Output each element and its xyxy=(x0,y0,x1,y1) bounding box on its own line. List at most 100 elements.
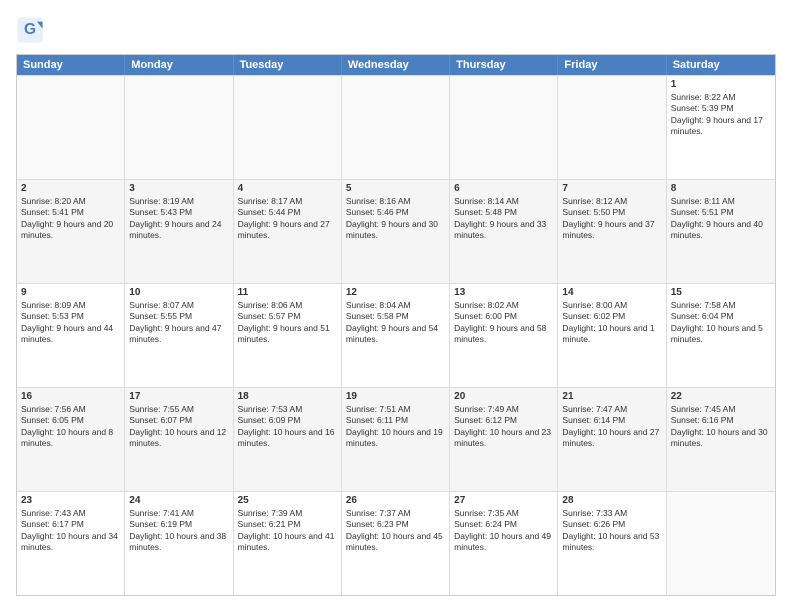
day-info: Sunrise: 8:12 AM Sunset: 5:50 PM Dayligh… xyxy=(562,196,661,242)
day-info: Sunrise: 8:22 AM Sunset: 5:39 PM Dayligh… xyxy=(671,92,771,138)
day-cell-19: 19 Sunrise: 7:51 AM Sunset: 6:11 PM Dayli… xyxy=(342,388,450,491)
day-cell-26: 26Sunrise: 7:37 AM Sunset: 6:23 PM Dayli… xyxy=(342,492,450,595)
calendar: SundayMondayTuesdayWednesdayThursdayFrid… xyxy=(16,54,776,596)
day-cell-24: 24 Sunrise: 7:41 AM Sunset: 6:19 PM Dayli… xyxy=(125,492,233,595)
day-number: 20 xyxy=(454,391,553,402)
day-cell-13: 13Sunrise: 8:02 AM Sunset: 6:00 PM Dayli… xyxy=(450,284,558,387)
day-number: 6 xyxy=(454,183,553,194)
day-cell-22: 22 Sunrise: 7:45 AM Sunset: 6:16 PM Dayli… xyxy=(667,388,775,491)
day-cell-3: 3 Sunrise: 8:19 AM Sunset: 5:43 PM Daylig… xyxy=(125,180,233,283)
day-number: 4 xyxy=(238,183,337,194)
day-number: 22 xyxy=(671,391,771,402)
day-number: 2 xyxy=(21,183,120,194)
day-number: 21 xyxy=(562,391,661,402)
day-cell-23: 23Sunrise: 7:43 AM Sunset: 6:17 PM Dayli… xyxy=(17,492,125,595)
header: G xyxy=(16,16,776,44)
svg-text:G: G xyxy=(24,21,36,38)
day-cell-12: 12Sunrise: 8:04 AM Sunset: 5:58 PM Dayli… xyxy=(342,284,450,387)
day-number: 28 xyxy=(562,495,661,506)
day-info: Sunrise: 8:16 AM Sunset: 5:46 PM Dayligh… xyxy=(346,196,445,242)
day-number: 14 xyxy=(562,287,661,298)
calendar-row-3: 9 Sunrise: 8:09 AM Sunset: 5:53 PM Daylig… xyxy=(17,283,775,387)
day-number: 16 xyxy=(21,391,120,402)
day-number: 1 xyxy=(671,79,771,90)
day-info: Sunrise: 8:07 AM Sunset: 5:55 PM Dayligh… xyxy=(129,300,228,346)
header-day-monday: Monday xyxy=(125,55,233,75)
calendar-row-4: 16 Sunrise: 7:56 AM Sunset: 6:05 PM Dayli… xyxy=(17,387,775,491)
day-cell-4: 4Sunrise: 8:17 AM Sunset: 5:44 PM Daylig… xyxy=(234,180,342,283)
day-cell-5: 5 Sunrise: 8:16 AM Sunset: 5:46 PM Daylig… xyxy=(342,180,450,283)
calendar-row-2: 2 Sunrise: 8:20 AM Sunset: 5:41 PM Daylig… xyxy=(17,179,775,283)
day-info: Sunrise: 7:49 AM Sunset: 6:12 PM Dayligh… xyxy=(454,404,553,450)
calendar-row-1: 1 Sunrise: 8:22 AM Sunset: 5:39 PM Daylig… xyxy=(17,75,775,179)
calendar-row-5: 23Sunrise: 7:43 AM Sunset: 6:17 PM Dayli… xyxy=(17,491,775,595)
day-number: 25 xyxy=(238,495,337,506)
day-info: Sunrise: 8:20 AM Sunset: 5:41 PM Dayligh… xyxy=(21,196,120,242)
empty-cell xyxy=(342,76,450,179)
header-day-thursday: Thursday xyxy=(450,55,558,75)
day-number: 5 xyxy=(346,183,445,194)
header-day-tuesday: Tuesday xyxy=(234,55,342,75)
day-info: Sunrise: 7:58 AM Sunset: 6:04 PM Dayligh… xyxy=(671,300,771,346)
empty-cell xyxy=(125,76,233,179)
day-cell-8: 8 Sunrise: 8:11 AM Sunset: 5:51 PM Daylig… xyxy=(667,180,775,283)
day-number: 26 xyxy=(346,495,445,506)
header-day-wednesday: Wednesday xyxy=(342,55,450,75)
header-day-saturday: Saturday xyxy=(667,55,775,75)
empty-cell xyxy=(17,76,125,179)
day-cell-17: 17 Sunrise: 7:55 AM Sunset: 6:07 PM Dayli… xyxy=(125,388,233,491)
day-info: Sunrise: 7:43 AM Sunset: 6:17 PM Dayligh… xyxy=(21,508,120,554)
day-number: 8 xyxy=(671,183,771,194)
empty-cell xyxy=(234,76,342,179)
day-number: 19 xyxy=(346,391,445,402)
empty-cell xyxy=(558,76,666,179)
day-info: Sunrise: 7:35 AM Sunset: 6:24 PM Dayligh… xyxy=(454,508,553,554)
empty-cell xyxy=(667,492,775,595)
header-day-sunday: Sunday xyxy=(17,55,125,75)
day-info: Sunrise: 7:41 AM Sunset: 6:19 PM Dayligh… xyxy=(129,508,228,554)
day-info: Sunrise: 7:47 AM Sunset: 6:14 PM Dayligh… xyxy=(562,404,661,450)
day-info: Sunrise: 7:56 AM Sunset: 6:05 PM Dayligh… xyxy=(21,404,120,450)
day-cell-18: 18Sunrise: 7:53 AM Sunset: 6:09 PM Dayli… xyxy=(234,388,342,491)
logo-icon: G xyxy=(16,16,44,44)
day-cell-2: 2 Sunrise: 8:20 AM Sunset: 5:41 PM Daylig… xyxy=(17,180,125,283)
day-cell-10: 10 Sunrise: 8:07 AM Sunset: 5:55 PM Dayli… xyxy=(125,284,233,387)
day-number: 9 xyxy=(21,287,120,298)
day-info: Sunrise: 8:19 AM Sunset: 5:43 PM Dayligh… xyxy=(129,196,228,242)
day-cell-14: 14 Sunrise: 8:00 AM Sunset: 6:02 PM Dayli… xyxy=(558,284,666,387)
day-number: 18 xyxy=(238,391,337,402)
day-cell-9: 9 Sunrise: 8:09 AM Sunset: 5:53 PM Daylig… xyxy=(17,284,125,387)
day-number: 17 xyxy=(129,391,228,402)
day-info: Sunrise: 8:06 AM Sunset: 5:57 PM Dayligh… xyxy=(238,300,337,346)
page: G SundayMondayTuesdayWednesdayThursdayFr… xyxy=(0,0,792,612)
day-cell-25: 25Sunrise: 7:39 AM Sunset: 6:21 PM Dayli… xyxy=(234,492,342,595)
day-number: 15 xyxy=(671,287,771,298)
day-cell-20: 20 Sunrise: 7:49 AM Sunset: 6:12 PM Dayli… xyxy=(450,388,558,491)
day-cell-21: 21 Sunrise: 7:47 AM Sunset: 6:14 PM Dayli… xyxy=(558,388,666,491)
day-number: 27 xyxy=(454,495,553,506)
day-cell-16: 16 Sunrise: 7:56 AM Sunset: 6:05 PM Dayli… xyxy=(17,388,125,491)
header-day-friday: Friday xyxy=(558,55,666,75)
day-number: 11 xyxy=(238,287,337,298)
empty-cell xyxy=(450,76,558,179)
day-info: Sunrise: 8:04 AM Sunset: 5:58 PM Dayligh… xyxy=(346,300,445,346)
day-number: 24 xyxy=(129,495,228,506)
day-cell-28: 28Sunrise: 7:33 AM Sunset: 6:26 PM Dayli… xyxy=(558,492,666,595)
day-number: 10 xyxy=(129,287,228,298)
day-info: Sunrise: 7:55 AM Sunset: 6:07 PM Dayligh… xyxy=(129,404,228,450)
day-cell-27: 27 Sunrise: 7:35 AM Sunset: 6:24 PM Dayli… xyxy=(450,492,558,595)
day-cell-6: 6Sunrise: 8:14 AM Sunset: 5:48 PM Daylig… xyxy=(450,180,558,283)
day-cell-7: 7Sunrise: 8:12 AM Sunset: 5:50 PM Daylig… xyxy=(558,180,666,283)
day-info: Sunrise: 7:51 AM Sunset: 6:11 PM Dayligh… xyxy=(346,404,445,450)
calendar-body: 1 Sunrise: 8:22 AM Sunset: 5:39 PM Daylig… xyxy=(17,75,775,595)
day-info: Sunrise: 8:11 AM Sunset: 5:51 PM Dayligh… xyxy=(671,196,771,242)
day-cell-1: 1 Sunrise: 8:22 AM Sunset: 5:39 PM Daylig… xyxy=(667,76,775,179)
calendar-header: SundayMondayTuesdayWednesdayThursdayFrid… xyxy=(17,55,775,75)
day-info: Sunrise: 8:09 AM Sunset: 5:53 PM Dayligh… xyxy=(21,300,120,346)
day-number: 13 xyxy=(454,287,553,298)
day-number: 3 xyxy=(129,183,228,194)
day-cell-15: 15 Sunrise: 7:58 AM Sunset: 6:04 PM Dayli… xyxy=(667,284,775,387)
day-info: Sunrise: 8:00 AM Sunset: 6:02 PM Dayligh… xyxy=(562,300,661,346)
day-info: Sunrise: 7:45 AM Sunset: 6:16 PM Dayligh… xyxy=(671,404,771,450)
day-cell-11: 11 Sunrise: 8:06 AM Sunset: 5:57 PM Dayli… xyxy=(234,284,342,387)
